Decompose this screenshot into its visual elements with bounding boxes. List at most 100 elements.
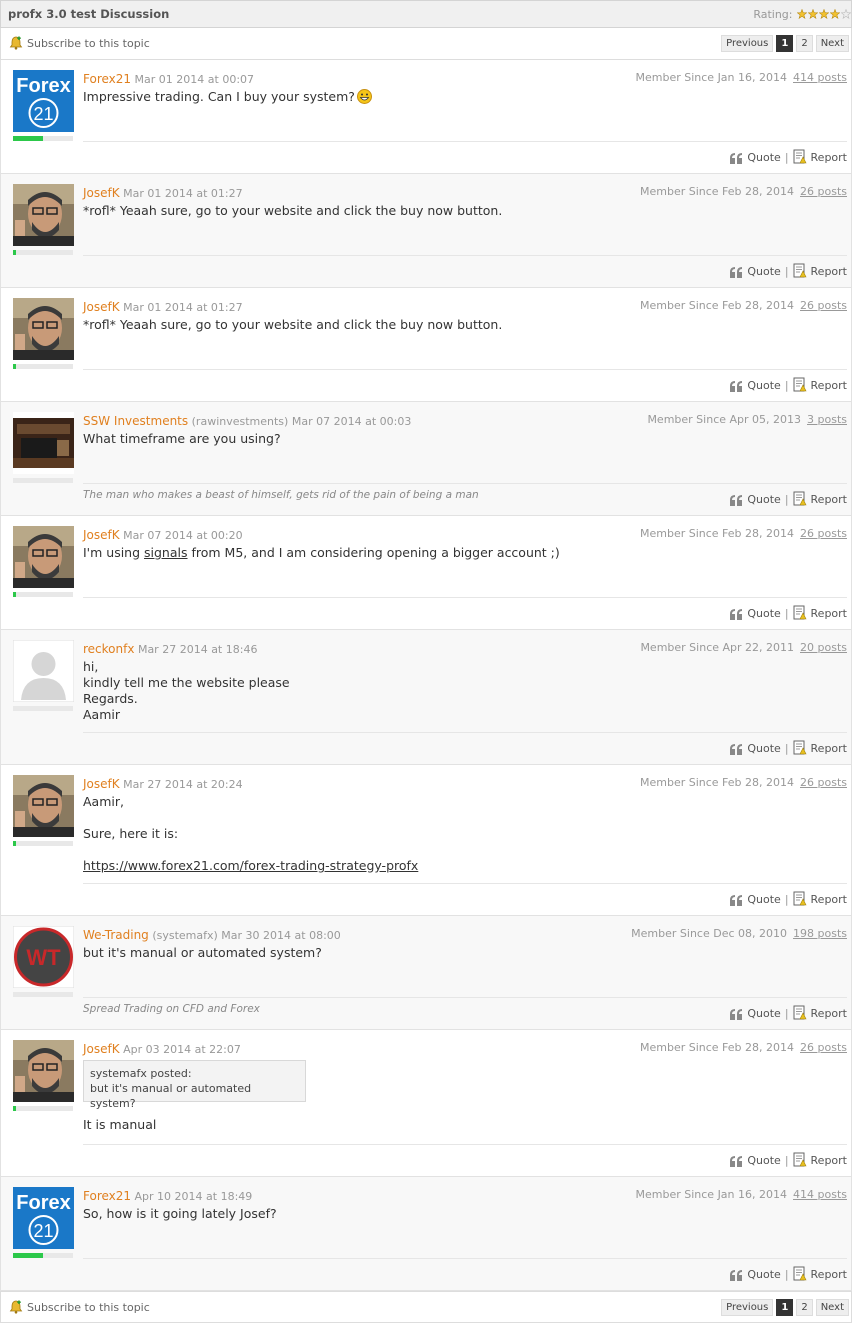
page-1-button[interactable]: 1 xyxy=(776,1299,794,1316)
report-label: Report xyxy=(810,1154,847,1167)
quoted-post: systemafx posted: but it's manual or auto… xyxy=(83,1060,306,1110)
report-button[interactable]: Report xyxy=(793,605,847,620)
next-page-button[interactable]: Next xyxy=(815,1299,849,1316)
quote-label: Quote xyxy=(747,493,781,506)
action-separator: | xyxy=(784,379,789,392)
forum-post: WT We-Trading (systemafx) Mar 30 2014 at… xyxy=(0,916,852,1030)
author-link[interactable]: SSW Investments xyxy=(83,414,188,428)
star-empty-icon[interactable] xyxy=(841,9,851,19)
action-separator: | xyxy=(784,151,789,164)
avatar[interactable] xyxy=(13,1040,74,1102)
quote-icon xyxy=(730,153,743,164)
report-button[interactable]: Report xyxy=(793,1266,847,1281)
author-link[interactable]: reckonfx xyxy=(83,642,134,656)
next-page-button[interactable]: Next xyxy=(815,35,849,52)
avatar[interactable] xyxy=(13,526,74,588)
quote-button[interactable]: Quote xyxy=(730,265,781,278)
rank-bar-fill xyxy=(13,364,16,369)
post-count-link[interactable]: 26 posts xyxy=(800,1041,847,1054)
quote-button[interactable]: Quote xyxy=(730,379,781,392)
desk-photo-icon xyxy=(13,412,74,474)
post-line: Aamir xyxy=(83,707,120,722)
star-filled-icon[interactable] xyxy=(797,9,807,19)
forum-post: SSW Investments (rawinvestments) Mar 07 … xyxy=(0,402,852,516)
post-count-link[interactable]: 198 posts xyxy=(793,927,847,940)
quote-label: Quote xyxy=(747,1007,781,1020)
post-count-link[interactable]: 414 posts xyxy=(793,1188,847,1201)
quote-button[interactable]: Quote xyxy=(730,742,781,755)
avatar[interactable] xyxy=(13,412,74,474)
quote-icon xyxy=(730,895,743,906)
star-filled-icon[interactable] xyxy=(808,9,818,19)
post-meta: Forex21 Apr 10 2014 at 18:49 xyxy=(83,1189,252,1203)
quote-button[interactable]: Quote xyxy=(730,1268,781,1281)
author-link[interactable]: We-Trading xyxy=(83,928,149,942)
subscribe-link[interactable]: Subscribe to this topic xyxy=(9,36,150,50)
report-button[interactable]: Report xyxy=(793,491,847,506)
avatar[interactable] xyxy=(13,298,74,360)
author-link[interactable]: Forex21 xyxy=(83,72,131,86)
previous-page-button[interactable]: Previous xyxy=(721,1299,774,1316)
post-actions: Quote | Report xyxy=(730,605,847,620)
quote-button[interactable]: Quote xyxy=(730,1007,781,1020)
author-link[interactable]: JosefK xyxy=(83,528,120,542)
avatar[interactable] xyxy=(13,640,74,702)
report-button[interactable]: Report xyxy=(793,1152,847,1167)
member-info: Member Since Feb 28, 2014 26 posts xyxy=(640,299,847,312)
previous-page-button[interactable]: Previous xyxy=(721,35,774,52)
subscribe-link[interactable]: Subscribe to this topic xyxy=(9,1300,150,1314)
post-count-link[interactable]: 26 posts xyxy=(800,776,847,789)
post-count-link[interactable]: 26 posts xyxy=(800,527,847,540)
member-info: Member Since Dec 08, 2010 198 posts xyxy=(631,927,847,940)
member-since: Member Since Dec 08, 2010 xyxy=(631,927,788,940)
page-1-button[interactable]: 1 xyxy=(776,35,794,52)
quote-button[interactable]: Quote xyxy=(730,893,781,906)
report-label: Report xyxy=(810,265,847,278)
report-button[interactable]: Report xyxy=(793,263,847,278)
star-filled-icon[interactable] xyxy=(830,9,840,19)
post-count-link[interactable]: 20 posts xyxy=(800,641,847,654)
author-link[interactable]: JosefK xyxy=(83,1042,120,1056)
avatar[interactable]: Forex 21 xyxy=(13,70,74,132)
quote-button[interactable]: Quote xyxy=(730,151,781,164)
author-link[interactable]: Forex21 xyxy=(83,1189,131,1203)
bell-icon xyxy=(9,1300,23,1314)
quote-button[interactable]: Quote xyxy=(730,1154,781,1167)
report-button[interactable]: Report xyxy=(793,891,847,906)
author-link[interactable]: JosefK xyxy=(83,186,120,200)
post-count-link[interactable]: 26 posts xyxy=(800,185,847,198)
avatar[interactable] xyxy=(13,775,74,837)
page-2-button[interactable]: 2 xyxy=(796,1299,813,1316)
post-actions: Quote | Report xyxy=(730,1266,847,1281)
post-actions: Quote | Report xyxy=(730,1005,847,1020)
rank-bar-fill xyxy=(13,592,16,597)
author-link[interactable]: JosefK xyxy=(83,777,120,791)
star-filled-icon[interactable] xyxy=(819,9,829,19)
avatar[interactable]: WT xyxy=(13,926,74,988)
page-2-button[interactable]: 2 xyxy=(796,35,813,52)
user-photo-icon xyxy=(13,775,74,837)
report-button[interactable]: Report xyxy=(793,740,847,755)
quote-button[interactable]: Quote xyxy=(730,607,781,620)
post-count-link[interactable]: 3 posts xyxy=(807,413,847,426)
signals-link[interactable]: signals xyxy=(144,545,188,560)
report-button[interactable]: Report xyxy=(793,1005,847,1020)
avatar[interactable]: Forex 21 xyxy=(13,1187,74,1249)
post-count-link[interactable]: 26 posts xyxy=(800,299,847,312)
report-button[interactable]: Report xyxy=(793,149,847,164)
avatar[interactable] xyxy=(13,184,74,246)
rating-stars[interactable] xyxy=(796,8,851,21)
forum-post: JosefK Mar 27 2014 at 20:24 Member Since … xyxy=(0,765,852,916)
quote-button[interactable]: Quote xyxy=(730,493,781,506)
forex21-logo-icon: Forex 21 xyxy=(13,70,74,132)
author-link[interactable]: JosefK xyxy=(83,300,120,314)
post-meta: JosefK Mar 07 2014 at 00:20 xyxy=(83,528,243,542)
report-button[interactable]: Report xyxy=(793,377,847,392)
post-date: Mar 07 2014 at 00:03 xyxy=(291,415,412,428)
member-info: Member Since Feb 28, 2014 26 posts xyxy=(640,776,847,789)
post-count-link[interactable]: 414 posts xyxy=(793,71,847,84)
report-icon xyxy=(793,1266,807,1281)
bell-icon xyxy=(9,36,23,50)
website-link[interactable]: https://www.forex21.com/forex-trading-st… xyxy=(83,858,418,874)
topic-rating[interactable]: Rating: xyxy=(753,8,851,21)
